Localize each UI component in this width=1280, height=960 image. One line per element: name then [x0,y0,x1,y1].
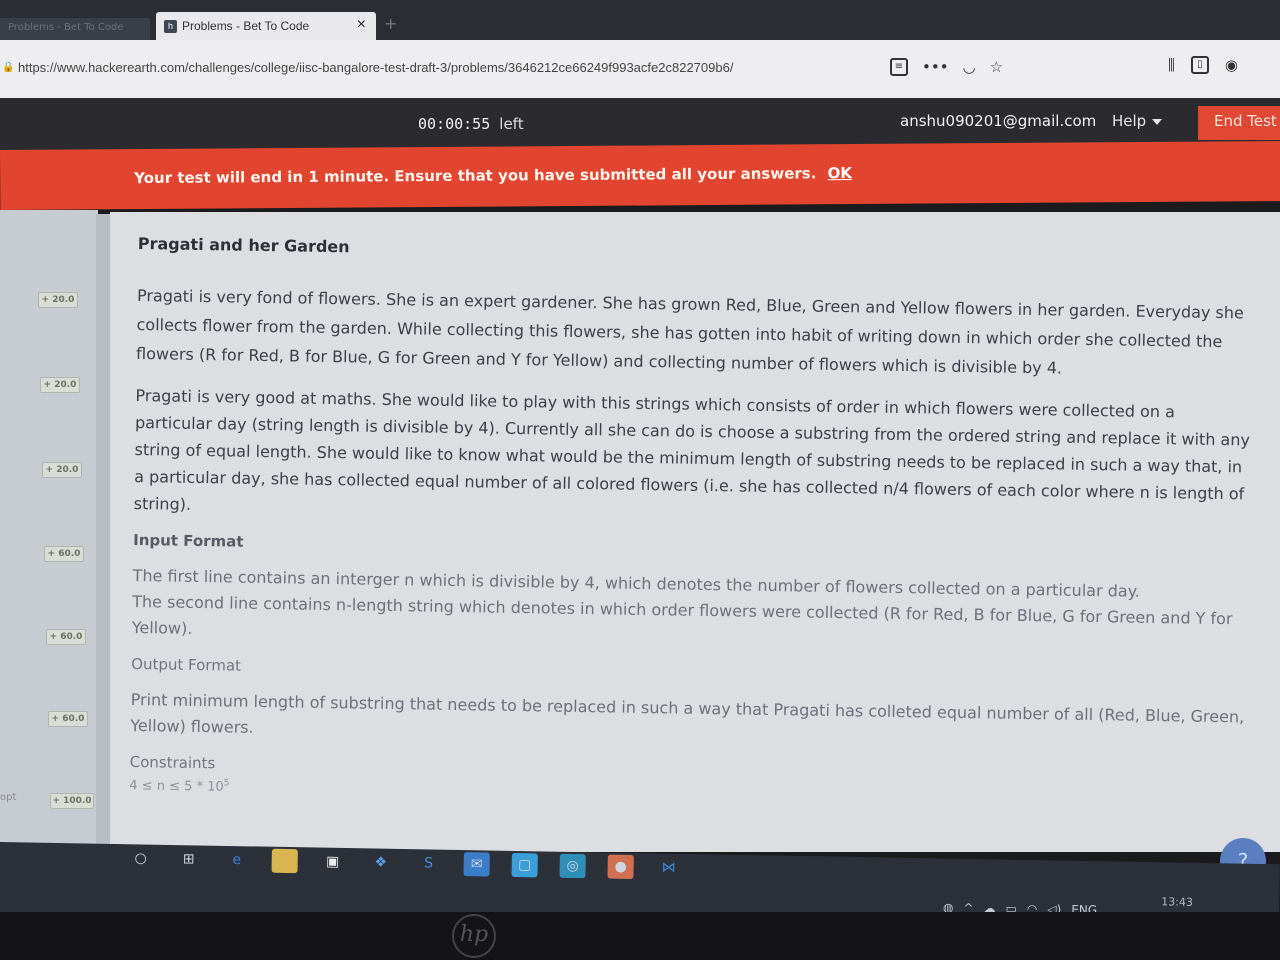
chevron-down-icon [1152,118,1163,125]
alert-message: Your test will end in 1 minute. Ensure t… [134,164,817,188]
vscode-icon[interactable]: ⋈ [655,855,681,879]
question-score-badge[interactable]: + 20.0 [38,292,78,308]
browser-navbar: 🔒 https://www.hackerearth.com/challenges… [0,40,1280,98]
address-bar[interactable]: https://www.hackerearth.com/challenges/c… [18,60,733,75]
question-score-badge[interactable]: + 20.0 [40,377,80,393]
app-s-icon[interactable]: S [415,851,441,875]
timer-suffix: left [499,115,524,133]
timer-value: 00:00:55 [418,115,491,133]
problem-paragraph-1: Pragati is very fond of flowers. She is … [135,285,1244,378]
browser-tabbar: Problems - Bet To Code h Problems - Bet … [0,0,1280,40]
tab-title: Problems - Bet To Code [182,19,310,33]
output-format-heading: Output Format [131,654,242,675]
problem-paragraph-2: Pragati is very good at maths. She would… [133,385,1251,514]
sidebar-divider [96,214,110,844]
question-score-badge[interactable]: + 20.0 [42,462,82,478]
help-menu[interactable]: Help [1112,112,1163,130]
laptop-bezel [0,912,1280,960]
constraint-base: 4 ≤ n ≤ 5 * 10 [129,778,224,795]
app-blue-icon[interactable]: ▢ [511,852,538,878]
clock-time: 13:43 [1161,895,1194,909]
more-actions-icon[interactable]: ••• [922,58,949,76]
task-view-icon[interactable]: ⊞ [176,847,202,871]
question-score-badge[interactable]: + 60.0 [48,711,88,727]
active-tab[interactable]: h Problems - Bet To Code × [156,12,376,40]
question-score-badge[interactable]: + 60.0 [44,546,84,562]
alert-ok-link[interactable]: OK [828,164,853,182]
firefox-icon[interactable]: ● [607,854,634,880]
hp-logo-icon: hp [452,914,496,958]
end-test-button[interactable]: End Test [1198,106,1280,140]
reader-view-icon[interactable]: ≡ [890,58,908,76]
pocket-icon[interactable]: ◡ [963,58,976,76]
library-icon[interactable]: ⫼ [1168,56,1175,74]
countdown-timer: 00:00:55 left [418,115,524,133]
background-tab-label: Problems - Bet To Code [8,22,124,33]
background-tab[interactable]: Problems - Bet To Code [0,18,150,40]
sidebar-partial-label: opt [0,792,17,803]
file-explorer-icon[interactable] [271,848,298,874]
account-icon[interactable]: ◉ [1225,56,1238,74]
user-email[interactable]: anshu090201@gmail.com [900,112,1096,130]
question-score-badge[interactable]: + 60.0 [46,629,86,645]
lock-icon: 🔒 [2,62,15,73]
question-score-badge[interactable]: + 100.0 [50,793,94,809]
dropbox-icon[interactable]: ❖ [367,850,393,874]
mail-icon[interactable]: ✉ [463,852,490,877]
store-icon[interactable]: ▣ [319,850,345,874]
problem-statement: Pragati and her Garden Pragati is very f… [129,234,1258,811]
edge-icon[interactable]: e [224,848,250,872]
sidebar-toggle-icon[interactable]: ▯ [1190,56,1209,74]
new-tab-button[interactable]: + [384,14,397,33]
bookmark-star-icon[interactable]: ☆ [990,58,1003,76]
constraint-exponent: 5 [223,778,230,789]
start-search-icon[interactable]: ○ [128,846,154,870]
hackerearth-favicon-icon: h [164,20,177,33]
screenshot: Problems - Bet To Code h Problems - Bet … [0,0,1280,960]
output-format-text: Print minimum length of substring that n… [130,689,1245,737]
close-tab-icon[interactable]: × [357,16,366,34]
time-warning-banner: Your test will end in 1 minute. Ensure t… [0,141,1280,210]
help-label: Help [1112,112,1147,130]
input-format-heading: Input Format [133,530,244,551]
app-teal-icon[interactable]: ◎ [559,853,586,879]
